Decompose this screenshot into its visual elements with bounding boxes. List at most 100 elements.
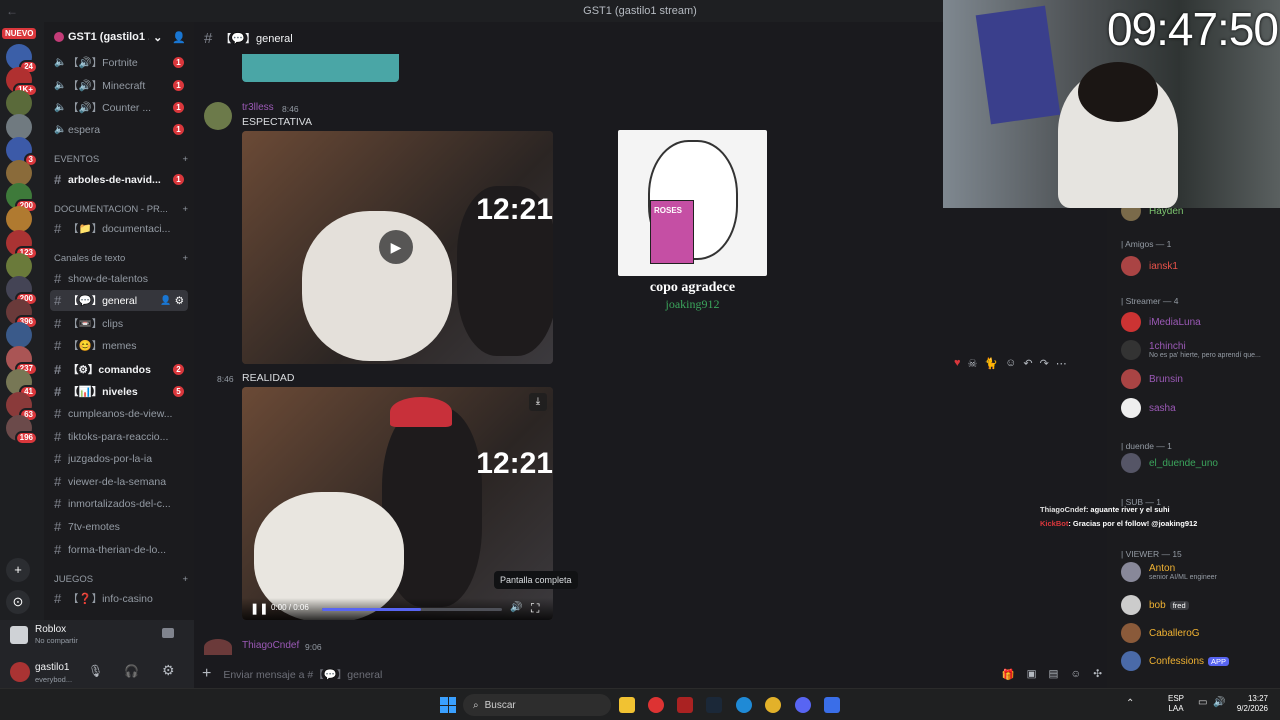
server-icon[interactable] (6, 252, 32, 279)
server-icon[interactable]: 237 (6, 345, 38, 376)
server-icon[interactable] (6, 206, 32, 233)
server-icon[interactable]: 63 (6, 392, 38, 422)
sticker-icon[interactable]: ▤ (1049, 668, 1059, 680)
volume-icon[interactable]: 🔊 (1213, 697, 1225, 708)
server-icon[interactable]: 200 (6, 183, 38, 214)
channel-item[interactable]: # juzgados-por-la-ia (50, 448, 188, 469)
edge-icon[interactable] (736, 697, 752, 713)
share-screen-icon[interactable] (162, 628, 174, 638)
server-icon[interactable]: 196 (6, 415, 38, 446)
skull-reaction-icon[interactable]: ☠ (968, 357, 978, 370)
play-icon[interactable]: ▶ (379, 230, 413, 264)
channel-item[interactable]: # 【⚙】comandos 2 (50, 359, 188, 380)
server-icon[interactable]: 1K+ (6, 67, 38, 98)
discord-icon[interactable] (795, 697, 811, 713)
channel-item[interactable]: # 【📼】clips (50, 313, 188, 334)
avatar[interactable] (204, 102, 232, 130)
member-item[interactable]: Anton senior AI/ML engineer (1121, 562, 1217, 582)
server-icon[interactable] (6, 90, 32, 117)
server-icon[interactable] (6, 113, 32, 140)
language-indicator[interactable]: ESP LAA (1168, 694, 1184, 714)
app-icon[interactable] (677, 697, 693, 713)
channel-item[interactable]: # 【❓】info-casino (50, 588, 188, 609)
plus-icon[interactable]: + (182, 154, 188, 165)
member-item[interactable]: Brunsin (1121, 369, 1183, 389)
avatar[interactable] (10, 662, 30, 682)
message-input[interactable]: Enviar mensaje a #【💬】general (223, 667, 989, 682)
message-author[interactable]: tr3lless (242, 102, 274, 113)
category-header[interactable]: DOCUMENTACION - PR... + (54, 204, 188, 215)
plus-icon[interactable]: + (182, 204, 188, 215)
member-item[interactable]: sasha (1121, 398, 1176, 418)
server-icon[interactable]: 396 (6, 299, 38, 330)
forward-icon[interactable]: ↷ (1040, 357, 1049, 370)
member-item[interactable]: iansk1 (1121, 256, 1178, 276)
server-icon[interactable]: 200 (6, 276, 38, 306)
server-icon[interactable]: 41 (6, 368, 38, 399)
server-icon[interactable] (6, 160, 32, 186)
taskbar-search[interactable]: ⌕ Buscar (463, 694, 611, 716)
app-icon[interactable] (824, 697, 840, 713)
steam-icon[interactable] (706, 697, 722, 713)
more-icon[interactable]: ⋯ (1056, 357, 1067, 370)
channel-item[interactable]: # 【💬】general 👤 ⚙ (50, 290, 188, 311)
headphones-icon[interactable]: 🎧 (124, 664, 139, 678)
member-item[interactable]: 1chinchi No es pa' hierte, pero aprendí q… (1121, 340, 1261, 360)
chevron-up-icon[interactable]: ⌃ (1126, 698, 1134, 709)
add-member-icon[interactable]: 👤 (160, 295, 171, 306)
avatar[interactable] (204, 639, 232, 655)
cat-reaction-icon[interactable]: 🐈 (984, 357, 998, 370)
windows-start-icon[interactable] (440, 697, 456, 713)
volume-icon[interactable]: 🔊 (510, 602, 522, 613)
channel-item[interactable]: # cumpleanos-de-view... (50, 403, 188, 424)
gift-icon[interactable]: 🎁 (1002, 668, 1015, 681)
channel-item[interactable]: # forma-therian-de-lo... (50, 539, 188, 560)
channel-item[interactable]: # inmortalizados-del-c... (50, 493, 188, 514)
add-reaction-icon[interactable]: ☺ (1005, 357, 1016, 369)
network-icon[interactable]: ▭ (1198, 697, 1207, 708)
apps-icon[interactable]: ✣ (1093, 668, 1102, 680)
member-item[interactable]: CaballeroG (1121, 623, 1200, 643)
add-server-icon[interactable]: + (6, 558, 30, 582)
category-header[interactable]: Canales de texto + (54, 253, 188, 264)
app-icon[interactable] (648, 697, 664, 713)
guild-header[interactable]: GST1 (gastilo1 ... ⌄ 👤 (44, 22, 194, 52)
server-icon[interactable]: 123 (6, 229, 38, 260)
emoji-icon[interactable]: ☺ (1070, 668, 1081, 680)
plus-icon[interactable]: + (182, 574, 188, 585)
download-icon[interactable]: ⤓ (529, 393, 547, 411)
chrome-icon[interactable] (765, 697, 781, 713)
channel-item[interactable]: # arboles-de-navid... 1 (50, 169, 188, 190)
category-header[interactable]: EVENTOS + (54, 154, 188, 165)
plus-icon[interactable]: + (182, 253, 188, 264)
channel-item[interactable]: #7tv-emotes (50, 516, 188, 537)
fullscreen-icon[interactable]: ⛶ (531, 601, 539, 616)
add-member-icon[interactable]: 👤 (172, 31, 186, 44)
video-player[interactable]: 12:21 ▶ (242, 131, 553, 364)
channel-item[interactable]: 🔈 【🔊】Counter ... 1 (50, 97, 188, 118)
channel-item[interactable]: 🔈 【🔊】Minecraft 1 (50, 75, 188, 96)
server-icon[interactable]: 3 (6, 136, 38, 167)
previous-image[interactable] (242, 54, 399, 82)
member-item[interactable]: bob fred (1121, 595, 1189, 615)
file-explorer-icon[interactable] (619, 697, 635, 713)
member-item[interactable]: el_duende_uno (1121, 453, 1218, 473)
add-attachment-icon[interactable]: + (202, 665, 211, 683)
message-composer[interactable]: + Enviar mensaje a #【💬】general 🎁 ▣ ▤ ☺ ✣ (202, 660, 1102, 688)
channel-item[interactable]: # 【😊】memes (50, 335, 188, 356)
channel-item[interactable]: # show-de-talentos (50, 268, 188, 289)
mic-icon[interactable]: 🎙 (88, 664, 103, 678)
progress-bar[interactable] (322, 608, 502, 611)
server-icon[interactable] (6, 322, 32, 349)
channel-item[interactable]: # viewer-de-la-semana (50, 471, 188, 492)
channel-item[interactable]: # 【📊】niveles 5 (50, 381, 188, 402)
heart-reaction-icon[interactable]: ♥ (954, 357, 961, 369)
channel-item[interactable]: # tiktoks-para-reaccio... (50, 426, 188, 447)
reply-icon[interactable]: ↶ (1023, 357, 1032, 370)
category-header[interactable]: JUEGOS + (54, 574, 188, 585)
channel-item[interactable]: 🔈 espera 1 (50, 119, 188, 140)
system-clock[interactable]: 13:27 9/2/2026 (1228, 694, 1268, 714)
discover-icon[interactable]: ⊙ (6, 590, 30, 614)
gear-icon[interactable]: ⚙ (162, 662, 175, 679)
back-arrow-icon[interactable]: ← (6, 0, 18, 22)
